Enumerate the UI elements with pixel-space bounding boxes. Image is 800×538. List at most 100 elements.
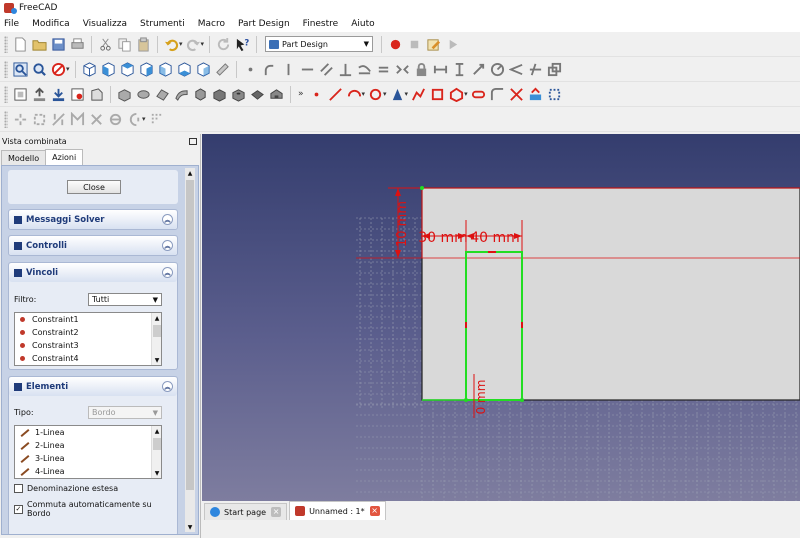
constraint-snell-icon[interactable] bbox=[68, 110, 87, 129]
cut-icon[interactable] bbox=[96, 35, 115, 54]
construction-mode-icon[interactable] bbox=[545, 85, 564, 104]
scroll-up-icon[interactable]: ▲ bbox=[152, 313, 161, 323]
list-item[interactable]: 2-Linea bbox=[15, 439, 161, 452]
menu-tools[interactable]: Strumenti bbox=[140, 19, 185, 29]
scroll-thumb[interactable] bbox=[153, 325, 161, 337]
list-scrollbar[interactable]: ▲ ▼ bbox=[151, 313, 161, 365]
collapse-icon[interactable]: ︽ bbox=[162, 381, 173, 392]
sketch-rectangle-icon[interactable] bbox=[428, 85, 447, 104]
scroll-thumb[interactable] bbox=[153, 438, 161, 450]
workbench-selector[interactable]: Part Design ▼ bbox=[265, 36, 374, 52]
conic-dropdown-icon[interactable]: ▾ bbox=[405, 90, 409, 98]
auto-switch-checkbox[interactable]: ✓ Commuta automaticamente su Bordo bbox=[14, 500, 177, 518]
paste-icon[interactable] bbox=[134, 35, 153, 54]
view-isometric-icon[interactable] bbox=[80, 60, 99, 79]
solver-messages-header[interactable]: Messaggi Solver ︽ bbox=[9, 210, 177, 229]
list-item[interactable]: Constraint1 bbox=[15, 313, 161, 326]
whats-this-icon[interactable]: ? bbox=[233, 35, 252, 54]
constraint-perpendicular-icon[interactable] bbox=[336, 60, 355, 79]
sketch-vertex[interactable] bbox=[520, 398, 524, 402]
constraint-coincident-icon[interactable] bbox=[11, 110, 30, 129]
scroll-up-icon[interactable]: ▲ bbox=[185, 168, 195, 178]
pocket-icon[interactable] bbox=[210, 85, 229, 104]
sketch-point-red-icon[interactable] bbox=[307, 85, 326, 104]
macro-edit-icon[interactable] bbox=[424, 35, 443, 54]
toolbar-grip[interactable] bbox=[4, 60, 8, 78]
sweep-icon[interactable] bbox=[172, 85, 191, 104]
constraint-point-on-object-icon[interactable] bbox=[30, 110, 49, 129]
filter-select[interactable]: Tutti ▼ bbox=[88, 293, 162, 306]
tab-model[interactable]: Modello bbox=[1, 150, 47, 165]
groove-icon[interactable] bbox=[248, 85, 267, 104]
sketch-vertical-line-icon[interactable] bbox=[279, 60, 298, 79]
redo-dropdown-icon[interactable]: ▾ bbox=[201, 40, 205, 48]
measure-distance-icon[interactable] bbox=[213, 60, 232, 79]
fit-all-icon[interactable] bbox=[11, 60, 30, 79]
toolbar-overflow-icon[interactable]: » bbox=[298, 89, 304, 99]
sketch-fillet-icon[interactable] bbox=[488, 85, 507, 104]
elements-header[interactable]: Elementi ︽ bbox=[9, 377, 177, 396]
constraint-distance-icon[interactable] bbox=[469, 60, 488, 79]
list-item[interactable]: 3-Linea bbox=[15, 452, 161, 465]
sketch-arc-icon[interactable] bbox=[260, 60, 279, 79]
constraint-tangent-icon[interactable] bbox=[355, 60, 374, 79]
constraint-grid-icon[interactable] bbox=[147, 110, 166, 129]
tab-tasks[interactable]: Azioni bbox=[45, 149, 84, 165]
checkbox-checked-icon[interactable]: ✓ bbox=[14, 504, 23, 514]
toolbar-grip[interactable] bbox=[4, 110, 8, 128]
external-geometry-icon[interactable] bbox=[545, 60, 564, 79]
arc-dropdown-icon[interactable]: ▾ bbox=[362, 90, 366, 98]
pad-icon[interactable] bbox=[115, 85, 134, 104]
constraint-internal-alignment-icon[interactable] bbox=[106, 110, 125, 129]
constraint-equal-icon[interactable] bbox=[374, 60, 393, 79]
view-rear-icon[interactable] bbox=[156, 60, 175, 79]
constraint-symmetric-icon[interactable] bbox=[393, 60, 412, 79]
list-item[interactable]: Constraint3 bbox=[15, 339, 161, 352]
polygon-dropdown-icon[interactable]: ▾ bbox=[464, 90, 468, 98]
refresh-icon[interactable] bbox=[214, 35, 233, 54]
tab-start-page[interactable]: Start page × bbox=[204, 503, 288, 520]
menu-view[interactable]: Visualizza bbox=[83, 19, 127, 29]
save-icon[interactable] bbox=[49, 35, 68, 54]
print-icon[interactable] bbox=[68, 35, 87, 54]
sketch-horizontal-line-icon[interactable] bbox=[298, 60, 317, 79]
menu-help[interactable]: Aiuto bbox=[351, 19, 374, 29]
menu-part-design[interactable]: Part Design bbox=[238, 19, 290, 29]
constraint-dropdown-icon[interactable]: ▾ bbox=[142, 115, 146, 123]
export-icon[interactable] bbox=[30, 85, 49, 104]
revolution-icon[interactable] bbox=[134, 85, 153, 104]
toggle-construction-icon[interactable] bbox=[526, 60, 545, 79]
list-item[interactable]: Constraint4 bbox=[15, 352, 161, 365]
list-item[interactable]: 1-Linea bbox=[15, 426, 161, 439]
fit-selection-icon[interactable] bbox=[30, 60, 49, 79]
new-document-icon[interactable] bbox=[11, 35, 30, 54]
constraint-vertical-distance-icon[interactable] bbox=[450, 60, 469, 79]
create-body-icon[interactable] bbox=[11, 85, 30, 104]
sketch-polyline-icon[interactable] bbox=[409, 85, 428, 104]
sketch-point-icon[interactable] bbox=[241, 60, 260, 79]
collapse-icon[interactable]: ︽ bbox=[162, 267, 173, 278]
sketch-canvas[interactable]: 10 mm 30 mm 40 mm 0 mm bbox=[202, 134, 800, 501]
sketch-trim-icon[interactable] bbox=[507, 85, 526, 104]
checkbox-unchecked-icon[interactable] bbox=[14, 484, 23, 493]
macro-run-icon[interactable] bbox=[443, 35, 462, 54]
undock-icon[interactable] bbox=[189, 138, 197, 145]
hole-icon[interactable] bbox=[229, 85, 248, 104]
menu-macro[interactable]: Macro bbox=[198, 19, 225, 29]
constraint-radius-icon[interactable] bbox=[488, 60, 507, 79]
close-button[interactable]: Close bbox=[67, 180, 121, 194]
open-folder-icon[interactable] bbox=[30, 35, 49, 54]
constraint-block-icon[interactable] bbox=[49, 110, 68, 129]
sketch-vertex[interactable] bbox=[420, 186, 424, 190]
view-top-icon[interactable] bbox=[118, 60, 137, 79]
sketch-line-icon[interactable] bbox=[326, 85, 345, 104]
constraint-parallel-icon[interactable] bbox=[317, 60, 336, 79]
toolbar-grip[interactable] bbox=[4, 35, 8, 53]
sketch-external-icon[interactable] bbox=[526, 85, 545, 104]
import-icon[interactable] bbox=[49, 85, 68, 104]
create-sketch-icon[interactable] bbox=[87, 85, 106, 104]
list-scrollbar[interactable]: ▲ ▼ bbox=[151, 426, 161, 478]
sketch-slot-icon[interactable] bbox=[469, 85, 488, 104]
menu-edit[interactable]: Modifica bbox=[32, 19, 70, 29]
tab-unnamed-document[interactable]: Unnamed : 1* × bbox=[289, 501, 386, 520]
